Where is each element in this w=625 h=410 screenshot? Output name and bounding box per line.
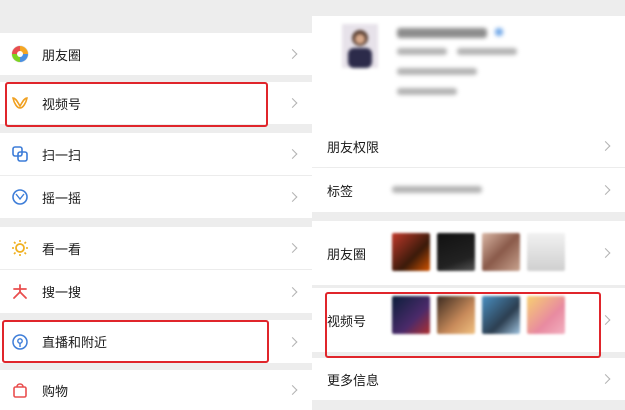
row-label: 更多信息	[327, 373, 380, 389]
menu-item-top-stories[interactable]: 看一看	[0, 227, 312, 269]
chevron-right-icon	[287, 243, 298, 253]
highlight-channels-row	[325, 292, 601, 358]
moments-thumbnail	[392, 233, 430, 271]
scan-icon	[10, 144, 30, 164]
row-moments[interactable]: 朋友圈	[312, 221, 625, 285]
chevron-right-icon	[287, 149, 298, 159]
verified-badge-blurred	[495, 28, 503, 36]
extra-info-blurred	[397, 88, 457, 95]
chevron-right-icon	[287, 49, 298, 59]
menu-item-shake[interactable]: 摇一摇	[0, 176, 312, 218]
chevron-right-icon	[287, 98, 298, 108]
profile-pane: 朋友权限 标签 朋友圈 视频号 更多信息	[312, 0, 625, 400]
menu-item-label: 扫一扫	[42, 148, 82, 164]
row-label: 朋友圈	[327, 247, 367, 263]
chevron-right-icon	[600, 141, 611, 151]
moments-thumbnail	[437, 233, 475, 271]
highlight-live-nearby	[2, 320, 269, 363]
profile-card	[312, 16, 625, 126]
region-blurred	[457, 48, 517, 55]
shopping-icon	[10, 380, 30, 400]
chevron-right-icon	[287, 192, 298, 202]
menu-item-moments[interactable]: 朋友圈	[0, 33, 312, 75]
top-stories-icon	[10, 238, 30, 258]
moments-thumbnail	[482, 233, 520, 271]
menu-item-search[interactable]: 搜一搜	[0, 270, 312, 313]
chevron-right-icon	[600, 185, 611, 195]
chevron-right-icon	[600, 374, 611, 384]
chevron-right-icon	[600, 315, 611, 325]
menu-item-label: 朋友圈	[42, 48, 82, 64]
shake-icon	[10, 187, 30, 207]
signature-blurred	[397, 68, 477, 75]
row-label: 标签	[327, 184, 354, 200]
search-icon	[10, 282, 30, 302]
moments-icon	[10, 44, 30, 64]
chevron-right-icon	[287, 336, 298, 347]
tags-value-blurred	[392, 186, 482, 193]
row-more-info[interactable]: 更多信息	[312, 358, 625, 400]
avatar[interactable]	[342, 24, 378, 68]
menu-item-label: 购物	[42, 384, 69, 400]
row-tags[interactable]: 标签	[312, 168, 625, 212]
row-label: 朋友权限	[327, 140, 380, 156]
menu-item-label: 搜一搜	[42, 286, 82, 301]
chevron-right-icon	[287, 385, 298, 395]
menu-item-label: 摇一摇	[42, 191, 82, 207]
chevron-right-icon	[287, 286, 298, 297]
menu-item-scan[interactable]: 扫一扫	[0, 133, 312, 175]
chevron-right-icon	[600, 248, 611, 258]
highlight-channels	[5, 82, 268, 127]
moments-thumbnail	[527, 233, 565, 271]
wechat-id-blurred	[397, 48, 447, 55]
nickname-blurred	[397, 28, 487, 38]
row-friend-permissions[interactable]: 朋友权限	[312, 125, 625, 167]
menu-item-shopping[interactable]: 购物	[0, 370, 312, 410]
menu-item-label: 看一看	[42, 242, 82, 258]
discover-pane: 朋友圈 视频号 扫一扫 摇一摇 看一看 搜一搜 直播和附近 购物	[0, 0, 312, 410]
